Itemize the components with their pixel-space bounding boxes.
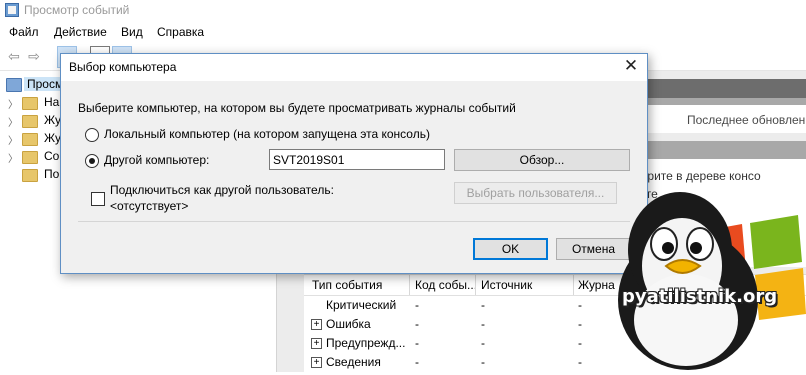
radio-selected-dot: [89, 158, 95, 164]
column-header-code[interactable]: Код собы...: [415, 278, 477, 292]
row-code: -: [415, 355, 419, 369]
forward-arrow-icon[interactable]: ⇨: [26, 48, 42, 64]
event-viewer-icon: [5, 3, 19, 17]
watermark-text: pyatilistnik.org: [622, 286, 778, 307]
event-viewer-icon: [6, 78, 22, 92]
chevron-right-icon[interactable]: 〉: [8, 150, 18, 165]
connect-as-checkbox[interactable]: [91, 192, 105, 206]
computer-name-input[interactable]: SVT2019S01: [269, 149, 445, 170]
dialog-divider: [78, 221, 630, 222]
chevron-right-icon[interactable]: 〉: [8, 96, 18, 111]
row-log: -: [578, 355, 582, 369]
row-log: -: [578, 317, 582, 331]
dialog-title: Выбор компьютера: [69, 60, 177, 74]
row-type: Сведения: [326, 355, 381, 369]
row-log: -: [578, 336, 582, 350]
title-bar: Просмотр событий: [0, 0, 806, 22]
row-source: -: [481, 336, 485, 350]
folder-icon: [22, 169, 38, 182]
row-code: -: [415, 298, 419, 312]
folder-icon: [22, 115, 38, 128]
folder-icon: [22, 97, 38, 110]
folder-icon: [22, 151, 38, 164]
row-type: Ошибка: [326, 317, 371, 331]
menu-bar: Файл Действие Вид Справка: [0, 22, 806, 42]
row-source: -: [481, 317, 485, 331]
menu-file[interactable]: Файл: [9, 25, 39, 39]
chevron-right-icon[interactable]: 〉: [8, 114, 18, 129]
ok-button[interactable]: OK: [473, 238, 548, 260]
other-computer-label[interactable]: Другой компьютер:: [104, 153, 209, 167]
column-header-source[interactable]: Источник: [481, 278, 532, 292]
local-computer-label[interactable]: Локальный компьютер (на котором запущена…: [104, 127, 430, 141]
row-code: -: [415, 336, 419, 350]
folder-icon: [22, 133, 38, 146]
tree-item-label: Жу: [44, 113, 61, 127]
column-header-type[interactable]: Тип события: [312, 278, 382, 292]
connect-as-user-value: <отсутствует>: [110, 199, 189, 213]
expand-plus-icon[interactable]: +: [311, 319, 322, 330]
tree-item-label: На: [44, 95, 60, 109]
tree-item-label: Жу: [44, 131, 61, 145]
menu-action[interactable]: Действие: [54, 25, 107, 39]
row-log: -: [578, 298, 582, 312]
select-computer-dialog: Выбор компьютера ✕ Выберите компьютер, н…: [60, 53, 648, 274]
dialog-prompt: Выберите компьютер, на котором вы будете…: [78, 101, 516, 115]
row-source: -: [481, 355, 485, 369]
browse-button[interactable]: Обзор...: [454, 149, 630, 171]
connect-as-label[interactable]: Подключиться как другой пользователь:: [110, 183, 334, 197]
column-separator[interactable]: [475, 275, 476, 295]
last-refreshed-text: Последнее обновлен: [687, 113, 806, 127]
watermark: pyatilistnik.org: [610, 170, 806, 372]
menu-view[interactable]: Вид: [121, 25, 143, 39]
row-type: Критический: [326, 298, 397, 312]
column-separator[interactable]: [573, 275, 574, 295]
column-separator[interactable]: [409, 275, 410, 295]
menu-help[interactable]: Справка: [157, 25, 204, 39]
window-title: Просмотр событий: [24, 3, 130, 17]
penguin-logo-icon: [618, 192, 806, 370]
tree-item-label: По: [44, 167, 60, 181]
back-arrow-icon[interactable]: ⇦: [6, 48, 22, 64]
row-code: -: [415, 317, 419, 331]
tree-item-label: Со: [44, 149, 60, 163]
other-computer-radio[interactable]: [85, 154, 99, 168]
close-icon[interactable]: ✕: [621, 56, 641, 76]
chevron-right-icon[interactable]: 〉: [8, 132, 18, 147]
row-source: -: [481, 298, 485, 312]
local-computer-radio[interactable]: [85, 128, 99, 142]
expand-plus-icon[interactable]: +: [311, 357, 322, 368]
dialog-title-bar: Выбор компьютера ✕: [61, 54, 647, 81]
row-type: Предупрежд...: [326, 336, 406, 350]
select-user-button[interactable]: Выбрать пользователя...: [454, 182, 617, 204]
expand-plus-icon[interactable]: +: [311, 338, 322, 349]
